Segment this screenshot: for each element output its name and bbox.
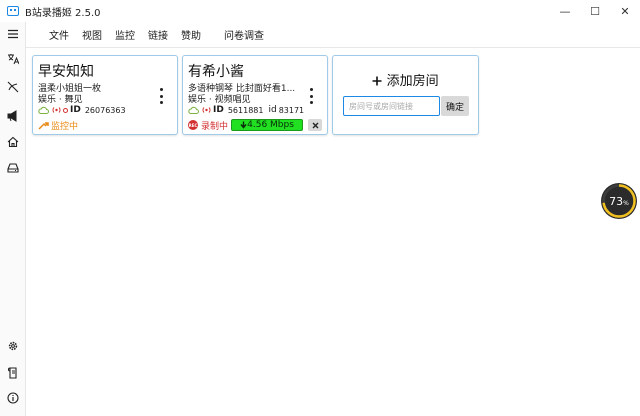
log-icon[interactable] (0, 363, 26, 383)
close-icon (312, 122, 319, 128)
sidebar (0, 22, 26, 416)
status-row: 监控中 (38, 119, 79, 132)
status-row: REC 录制中 4.56 Mbps (188, 119, 323, 132)
live-signal-icon (202, 107, 211, 113)
slash-icon[interactable] (0, 77, 26, 97)
streamer-name: 有希小酱 (188, 64, 244, 80)
window-controls: — ☐ ✕ (550, 0, 640, 22)
room-card[interactable]: 有希小酱 多语种钢琴 比封面好看1... 娱乐 · 视频唱见 ID 561188… (182, 55, 328, 135)
room-meta: ID 26076363 (38, 104, 126, 116)
confirm-button[interactable]: 确定 (441, 96, 469, 116)
recording-status: 录制中 (201, 121, 229, 132)
menu-bar: 文件 视图 监控 链接 赞助 问卷调查 (26, 22, 640, 48)
menu-icon[interactable] (0, 24, 26, 44)
menu-monitor[interactable]: 监控 (115, 27, 135, 42)
app-icon (7, 6, 19, 16)
menu-sponsor[interactable]: 赞助 (181, 27, 201, 42)
usage-gauge[interactable]: 73% (601, 183, 637, 219)
add-room-heading: 添加房间 (333, 70, 478, 89)
id-label: ID (213, 105, 224, 115)
bitrate-badge: 4.56 Mbps (231, 119, 304, 131)
storage-icon[interactable] (0, 158, 26, 178)
more-options-icon[interactable] (309, 88, 313, 104)
record-ring-icon (63, 107, 68, 113)
live-signal-icon (52, 107, 61, 113)
room-card[interactable]: 早安知知 温柔小姐姐一枚 娱乐 · 舞见 ID 26076363 监控中 (32, 55, 178, 135)
bitrate-value: 4.56 Mbps (247, 120, 294, 130)
gauge-unit: % (623, 199, 629, 207)
more-options-icon[interactable] (159, 88, 163, 104)
cloud-icon (38, 106, 49, 114)
streamer-name: 早安知知 (38, 64, 94, 80)
gauge-readout: 73% (609, 195, 629, 208)
short-id: 83171 (278, 105, 305, 115)
rec-icon: REC (188, 120, 198, 130)
gauge-value: 73 (609, 194, 624, 208)
info-icon[interactable] (0, 388, 26, 408)
menu-file[interactable]: 文件 (49, 27, 69, 42)
stop-recording-button[interactable] (308, 119, 323, 131)
plus-icon (372, 76, 382, 86)
close-button[interactable]: ✕ (610, 0, 640, 22)
room-id-input[interactable] (343, 96, 440, 116)
short-id-label: id (268, 105, 277, 115)
add-room-card: 添加房间 确定 (332, 55, 479, 135)
cloud-icon (188, 106, 199, 114)
monitor-icon (38, 121, 49, 130)
id-label: ID (70, 105, 81, 115)
room-id: 26076363 (84, 105, 126, 115)
window-title: B站录播姬 2.5.0 (25, 7, 101, 19)
menu-link[interactable]: 链接 (148, 27, 168, 42)
add-room-title: 添加房间 (386, 74, 439, 89)
announce-icon[interactable] (0, 106, 26, 126)
gear-icon[interactable] (0, 336, 26, 356)
room-id: 5611881 (227, 105, 264, 115)
menu-survey[interactable]: 问卷调查 (224, 27, 264, 42)
minimize-button[interactable]: — (550, 0, 580, 22)
home-icon[interactable] (0, 132, 26, 152)
room-meta: ID 5611881 id 83171 (188, 104, 304, 116)
maximize-button[interactable]: ☐ (580, 0, 610, 22)
translate-icon[interactable] (0, 49, 26, 69)
download-arrow-icon (240, 121, 247, 129)
title-bar: B站录播姬 2.5.0 — ☐ ✕ (0, 0, 640, 22)
menu-view[interactable]: 视图 (82, 27, 102, 42)
monitor-status: 监控中 (51, 121, 79, 132)
